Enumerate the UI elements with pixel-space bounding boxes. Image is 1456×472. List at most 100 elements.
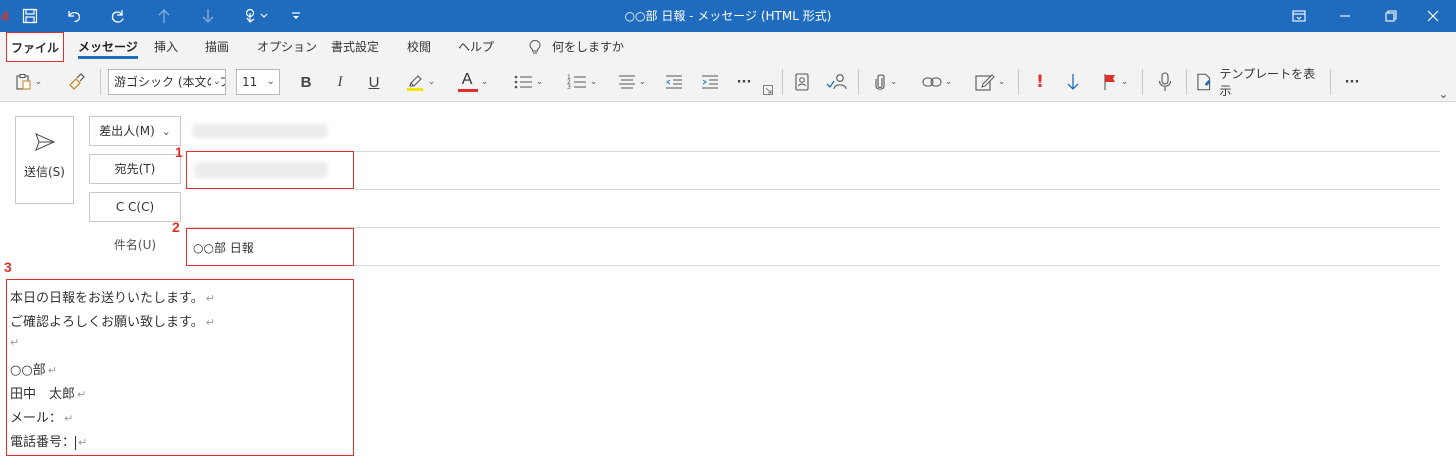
font-size-value: 11	[242, 75, 258, 89]
toolbar-separator	[858, 69, 859, 95]
template-icon	[1197, 73, 1211, 91]
decrease-indent-button[interactable]	[662, 70, 686, 94]
from-label: 差出人(M)	[99, 124, 155, 138]
align-button[interactable]: ⌄	[614, 70, 650, 94]
chevron-down-icon: ⌄	[889, 77, 898, 87]
chevron-down-icon: ⌄	[944, 77, 953, 87]
body-line: 田中 太郎 ↵	[10, 387, 87, 402]
body-line: 本日の日報をお送りいたします。 ↵	[10, 291, 215, 306]
chevron-down-icon: ⌄	[1120, 77, 1129, 87]
send-button[interactable]: 送信(S)	[15, 116, 74, 204]
signature-button[interactable]: ⌄	[970, 70, 1010, 94]
cc-button[interactable]: C C(C)	[89, 192, 181, 222]
format-painter-icon	[69, 73, 85, 90]
chevron-down-icon: ⌄	[161, 125, 171, 138]
text-cursor	[75, 435, 77, 450]
ribbon-display-icon[interactable]	[1276, 0, 1322, 32]
follow-up-button[interactable]: ⌄	[1096, 70, 1134, 94]
bullets-button[interactable]: ⌄	[506, 70, 550, 94]
divider	[354, 265, 1440, 266]
body-line: ↵	[10, 335, 19, 350]
address-book-icon	[795, 73, 809, 91]
dictate-button[interactable]	[1154, 70, 1176, 94]
tab-help[interactable]: ヘルプ	[458, 32, 494, 62]
ribbon-tabs: ファイル メッセージ 挿入 描画 オプション 書式設定 校閲 ヘルプ 何をします…	[0, 32, 1456, 62]
decrease-indent-icon	[666, 75, 682, 89]
chevron-down-icon: ⌄	[480, 77, 489, 87]
collapse-ribbon-icon[interactable]: ⌄	[1434, 82, 1450, 106]
more-paragraph-button[interactable]: ···	[732, 70, 756, 94]
toolbar-separator	[1142, 69, 1143, 95]
close-icon[interactable]	[1410, 0, 1456, 32]
chevron-down-icon: ⌄	[589, 77, 598, 87]
view-templates-button[interactable]: テンプレートを表示	[1196, 67, 1324, 98]
font-color-swatch	[457, 89, 478, 92]
link-icon	[922, 77, 942, 87]
numbering-button[interactable]: 123 ⌄	[560, 70, 604, 94]
minimize-icon[interactable]	[1322, 0, 1368, 32]
from-button[interactable]: 差出人(M) ⌄	[89, 116, 181, 146]
body-line: メール： ↵	[10, 411, 74, 426]
ribbon-toolbar: ⌄ 游ゴシック (本文のフォント ⌄ 11 ⌄ B I U ⌄ A ⌄	[0, 62, 1456, 102]
italic-button[interactable]: I	[330, 70, 350, 94]
signature-icon	[975, 74, 995, 91]
link-button[interactable]: ⌄	[914, 70, 960, 94]
more-commands-button[interactable]: ···	[1340, 70, 1364, 94]
toolbar-separator	[782, 69, 783, 95]
tab-options[interactable]: オプション	[257, 32, 317, 62]
toolbar-separator	[1330, 69, 1331, 95]
flag-icon	[1104, 74, 1115, 90]
callout-3: 3	[4, 259, 12, 275]
font-size-combo[interactable]: 11 ⌄	[236, 69, 280, 95]
tab-insert[interactable]: 挿入	[154, 32, 178, 62]
callout-4: 4	[1, 8, 9, 24]
paragraph-mark: ↵	[64, 412, 74, 425]
check-names-button[interactable]	[824, 70, 850, 94]
high-importance-icon[interactable]: !	[1030, 70, 1050, 94]
format-painter-button[interactable]	[64, 70, 88, 94]
chevron-down-icon: ⌄	[997, 77, 1006, 87]
outlook-compose-window: ○○部 日報 - メッセージ (HTML 形式) ファイル メッセージ 挿入 描…	[0, 0, 1456, 472]
clipboard-icon	[16, 74, 31, 90]
to-address-redacted[interactable]	[194, 162, 328, 178]
low-importance-button[interactable]	[1062, 70, 1084, 94]
dialog-launcher-icon[interactable]	[762, 84, 774, 96]
subject-label: 件名(U)	[113, 238, 157, 252]
view-templates-label: テンプレートを表示	[1219, 67, 1316, 98]
paperclip-icon	[875, 74, 885, 90]
toolbar-separator	[100, 69, 101, 95]
paste-button[interactable]: ⌄	[10, 70, 46, 94]
window-title: ○○部 日報 - メッセージ (HTML 形式)	[624, 9, 832, 23]
tell-me-label: 何をしますか	[552, 40, 625, 54]
tell-me-search[interactable]: 何をしますか	[528, 32, 624, 62]
font-name-combo[interactable]: 游ゴシック (本文のフォント ⌄	[108, 69, 226, 95]
font-color-button[interactable]: A ⌄	[450, 70, 496, 94]
divider	[354, 189, 1440, 190]
subject-input[interactable]: ○○部 日報	[193, 239, 254, 256]
send-label: 送信(S)	[24, 165, 65, 179]
underline-button[interactable]: U	[364, 70, 384, 94]
highlight-button[interactable]: ⌄	[396, 70, 444, 94]
active-tab-indicator	[78, 56, 138, 59]
bold-button[interactable]: B	[296, 70, 316, 94]
tab-format-text[interactable]: 書式設定	[331, 32, 379, 62]
tab-message[interactable]: メッセージ	[78, 32, 138, 62]
tab-review[interactable]: 校閲	[407, 32, 431, 62]
restore-icon[interactable]	[1368, 0, 1414, 32]
paragraph-mark: ↵	[78, 436, 88, 449]
chevron-down-icon: ⌄	[427, 77, 436, 87]
address-book-button[interactable]	[790, 70, 814, 94]
toolbar-separator	[1018, 69, 1019, 95]
paragraph-mark: ↵	[205, 316, 215, 329]
tab-file[interactable]: ファイル	[6, 32, 64, 62]
body-line: 電話番号： ↵	[10, 435, 88, 450]
to-button[interactable]: 宛先(T)	[89, 154, 181, 184]
attach-file-button[interactable]: ⌄	[866, 70, 904, 94]
lightbulb-icon	[529, 39, 541, 54]
increase-indent-button[interactable]	[698, 70, 722, 94]
body-line: ご確認よろしくお願い致します。 ↵	[10, 315, 215, 330]
increase-indent-icon	[702, 75, 718, 89]
tab-draw[interactable]: 描画	[205, 32, 229, 62]
divider	[188, 227, 1440, 228]
font-name-value: 游ゴシック (本文のフォント	[114, 75, 225, 89]
